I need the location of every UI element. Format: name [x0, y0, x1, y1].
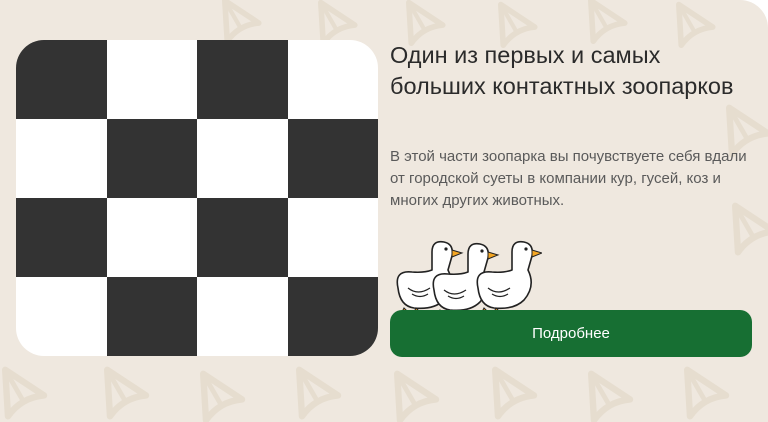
checker-cell: [106, 119, 197, 198]
more-details-button[interactable]: Подробнее: [390, 310, 752, 357]
checker-cell: [197, 198, 288, 277]
checker-cell: [287, 40, 378, 119]
checker-cell: [197, 119, 288, 198]
checker-cell: [197, 277, 288, 356]
checker-cell: [287, 119, 378, 198]
checker-cell: [287, 198, 378, 277]
checker-cell: [287, 277, 378, 356]
checker-cell: [16, 198, 107, 277]
image-placeholder-checkerboard: [16, 40, 378, 356]
checker-cell: [16, 119, 107, 198]
checker-cell: [16, 277, 107, 356]
card-description: В этой части зоопарка вы почувствуете се…: [390, 148, 747, 209]
checker-cell: [197, 40, 288, 119]
card-title: Один из первых и самых больших контактны…: [390, 42, 734, 99]
geese-illustration-icon: [396, 240, 542, 318]
checker-cell: [16, 40, 107, 119]
checker-cell: [106, 277, 197, 356]
zoo-promo-card: Один из первых и самых больших контактны…: [0, 0, 768, 422]
checker-cell: [106, 40, 197, 119]
checker-cell: [106, 198, 197, 277]
